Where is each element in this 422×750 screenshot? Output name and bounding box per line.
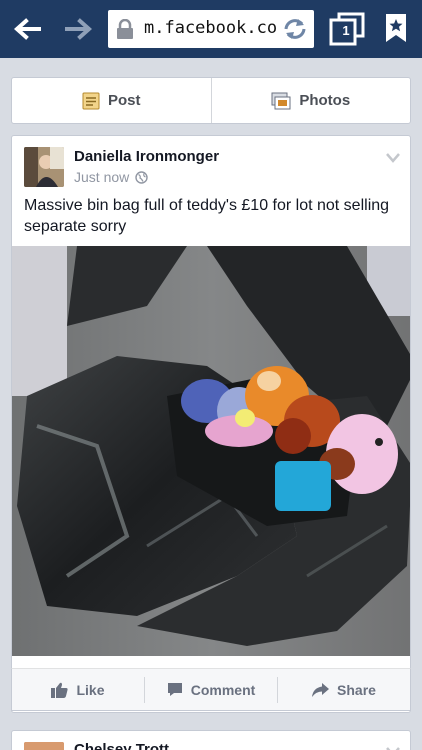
like-label: Like xyxy=(76,681,105,698)
next-post-card: Chelsey Trott xyxy=(11,730,411,750)
comment-icon xyxy=(167,683,182,696)
share-arrow-icon xyxy=(312,682,330,697)
forward-arrow-icon xyxy=(65,18,93,40)
post-text: Massive bin bag full of teddy's £10 for … xyxy=(24,197,390,235)
post-options-button[interactable] xyxy=(386,150,400,168)
post-card: Daniella Ironmonger Just now Massive bin… xyxy=(11,135,411,713)
url-text: m.facebook.co xyxy=(144,18,278,38)
like-button[interactable]: Like xyxy=(12,677,144,703)
next-author-avatar[interactable] xyxy=(24,742,64,750)
thumbs-up-icon xyxy=(51,682,69,698)
post-label: Post xyxy=(107,92,141,109)
post-button[interactable]: Post xyxy=(12,78,211,123)
reload-icon[interactable] xyxy=(282,17,308,41)
post-photo[interactable] xyxy=(11,246,411,656)
back-button[interactable] xyxy=(2,0,52,58)
next-post-author[interactable]: Chelsey Trott xyxy=(74,741,169,750)
tab-count: 1 xyxy=(342,23,350,38)
chevron-down-icon xyxy=(386,153,400,163)
address-bar[interactable]: m.facebook.co xyxy=(108,10,314,48)
globe-icon xyxy=(135,170,148,184)
post-time[interactable]: Just now xyxy=(74,169,129,185)
comment-label: Comment xyxy=(190,681,256,698)
lock-icon xyxy=(117,19,133,39)
next-post-options-button[interactable] xyxy=(386,744,400,750)
share-label: Share xyxy=(337,681,376,698)
bookmark-star-icon xyxy=(386,14,406,42)
share-button[interactable]: Share xyxy=(277,676,410,703)
composer-bar: Post Photos xyxy=(11,77,411,124)
photos-button[interactable]: Photos xyxy=(210,78,411,123)
photos-icon xyxy=(271,92,291,109)
post-actions: Like Comment Share xyxy=(11,668,411,711)
comment-button[interactable]: Comment xyxy=(144,676,277,703)
tabs-button[interactable]: 1 xyxy=(326,12,366,46)
post-meta: Just now xyxy=(74,169,148,185)
bookmark-button[interactable] xyxy=(385,13,407,48)
browser-toolbar: m.facebook.co 1 xyxy=(0,0,422,58)
forward-button[interactable] xyxy=(54,0,104,58)
author-avatar[interactable] xyxy=(24,147,64,187)
post-note-icon xyxy=(82,92,100,109)
photos-label: Photos xyxy=(299,92,351,109)
news-feed: Post Photos Daniella Ironmonger Just now xyxy=(0,58,422,750)
back-arrow-icon xyxy=(13,18,41,40)
post-author[interactable]: Daniella Ironmonger xyxy=(74,148,219,165)
